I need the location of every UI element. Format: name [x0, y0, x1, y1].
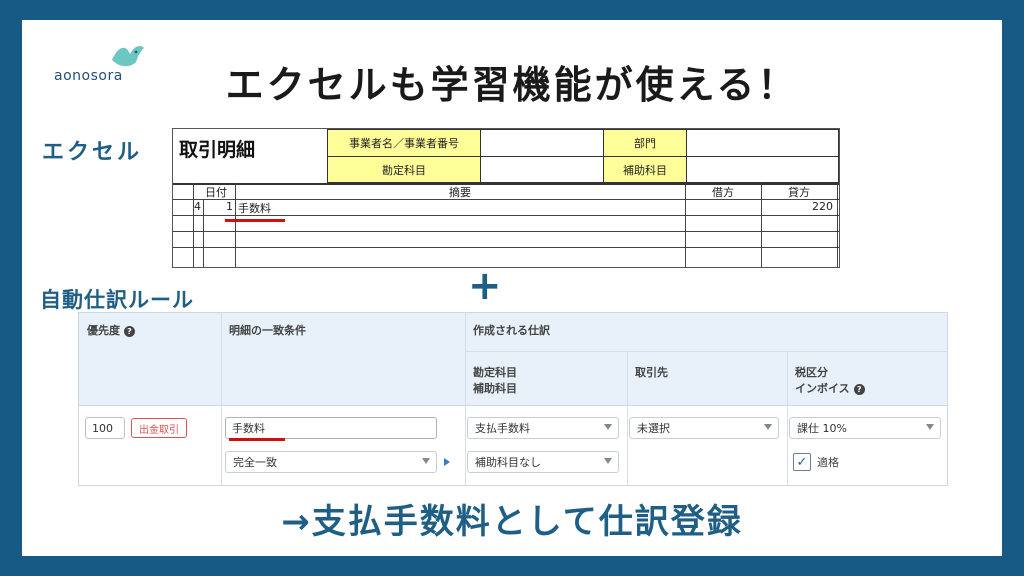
department-field-value[interactable] [686, 129, 839, 157]
business-field-label: 事業者名／事業者番号 [327, 129, 481, 157]
sheet-title: 取引明細 [179, 139, 256, 161]
slide-card: aonosora エクセルも学習機能が使える！ エクセル 取引明細 事業者名／事… [22, 20, 1002, 556]
account-field-value[interactable] [480, 156, 604, 183]
match-mode-select[interactable]: 完全一致 [225, 451, 437, 473]
sheet-grid: 日付 摘要 借方 貸方 4 1 手数料 220 [173, 183, 839, 267]
header-condition: 明細の一致条件 [229, 324, 306, 337]
row-month: 4 [194, 200, 201, 213]
col-credit: 貸方 [788, 186, 810, 199]
header-priority: 優先度? [87, 323, 135, 339]
chevron-down-icon [422, 458, 430, 464]
transaction-type-badge[interactable]: 出金取引 [131, 418, 187, 438]
invoice-label: 適格 [817, 456, 839, 469]
col-date: 日付 [205, 186, 227, 199]
chevron-down-icon [926, 424, 934, 430]
excel-sheet: 取引明細 事業者名／事業者番号 部門 勘定科目 補助科目 日付 摘要 借方 貸方… [172, 128, 840, 268]
business-field-value[interactable] [480, 129, 604, 157]
result-caption: →支払手数料として仕訳登録 [281, 502, 743, 542]
row-description: 手数料 [238, 202, 271, 215]
match-underline [229, 438, 285, 441]
auto-journal-rule-panel: 優先度? 明細の一致条件 作成される仕訳 勘定科目 補助科目 取引先 税区分 インボ… [78, 312, 948, 486]
rule-label: 自動仕訳ルール [40, 288, 194, 312]
account-select[interactable]: 支払手数料 [467, 417, 619, 439]
invoice-checkbox[interactable]: ✓ [793, 453, 811, 471]
page-title: エクセルも学習機能が使える！ [225, 63, 799, 107]
chevron-down-icon [604, 458, 612, 464]
col-description: 摘要 [449, 186, 471, 199]
match-text-input[interactable]: 手数料 [225, 417, 437, 439]
sub-account-field-value[interactable] [686, 156, 839, 183]
check-icon: ✓ [796, 454, 808, 470]
excel-label: エクセル [42, 140, 143, 165]
header-tax: 税区分 インボイス? [795, 365, 865, 397]
tax-select[interactable]: 課仕 10% [789, 417, 941, 439]
chevron-down-icon [604, 424, 612, 430]
arrow-right-icon [444, 458, 450, 466]
header-account: 勘定科目 補助科目 [473, 366, 517, 395]
row-day: 1 [226, 200, 233, 213]
department-field-label: 部門 [603, 129, 687, 157]
account-field-label: 勘定科目 [327, 156, 481, 183]
chevron-down-icon [764, 424, 772, 430]
help-icon[interactable]: ? [853, 383, 865, 395]
partner-select[interactable]: 未選択 [629, 417, 779, 439]
sub-account-select[interactable]: 補助科目なし [467, 451, 619, 473]
col-debit: 借方 [712, 186, 734, 199]
priority-input[interactable]: 100 [85, 417, 125, 439]
plus-sign: + [468, 263, 502, 309]
sub-account-field-label: 補助科目 [603, 156, 687, 183]
header-created-journal: 作成される仕訳 [473, 324, 550, 337]
highlight-underline [225, 219, 285, 222]
row-credit: 220 [812, 200, 833, 213]
help-icon[interactable]: ? [124, 325, 135, 337]
header-partner: 取引先 [635, 366, 668, 379]
